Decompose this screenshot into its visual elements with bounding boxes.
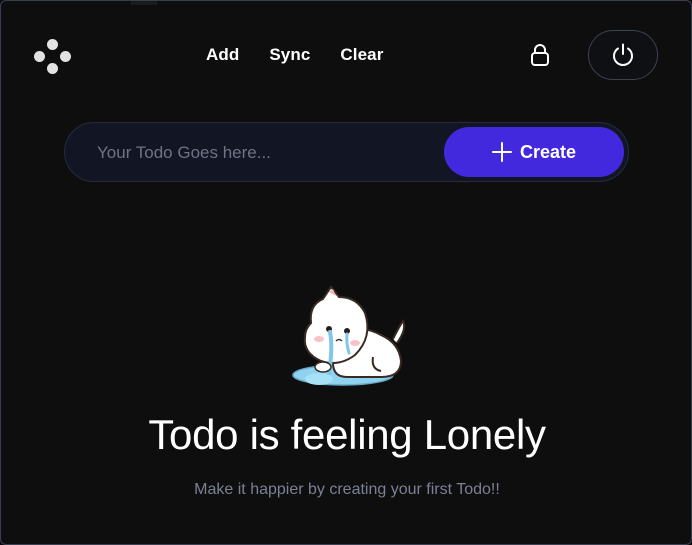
empty-state-title: Todo is feeling Lonely	[148, 411, 546, 458]
top-nav: Add Sync Clear	[206, 43, 383, 67]
create-button[interactable]: Create	[444, 127, 624, 177]
window-top-nub	[131, 1, 157, 5]
todo-input[interactable]	[95, 137, 439, 169]
plus-icon	[491, 142, 512, 162]
nav-item-sync[interactable]: Sync	[269, 43, 310, 67]
lock-button[interactable]	[525, 39, 555, 71]
empty-state-subtitle: Make it happier by creating your first T…	[194, 481, 500, 498]
four-dots-logo-icon[interactable]	[32, 35, 74, 77]
nav-item-clear[interactable]: Clear	[340, 43, 383, 67]
lock-icon	[531, 44, 549, 66]
nav-item-add[interactable]: Add	[206, 43, 239, 67]
power-icon	[613, 43, 633, 66]
sad-cat-illustration	[292, 285, 406, 386]
power-button[interactable]	[588, 30, 658, 80]
create-button-label: Create	[519, 141, 577, 162]
todo-input-bar: Create	[64, 122, 629, 182]
app-window: Add Sync Clear Create	[0, 0, 692, 545]
